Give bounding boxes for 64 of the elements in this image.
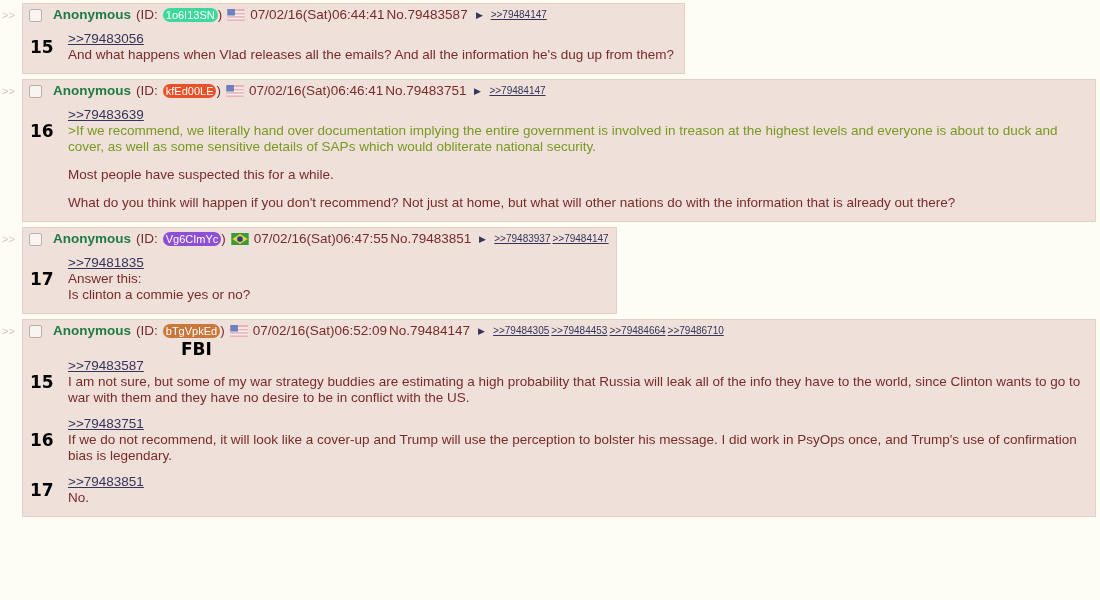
annotation-number: 15 <box>29 374 55 390</box>
backlink[interactable]: >>79484147 <box>489 83 546 99</box>
post-number[interactable]: No.79483587 <box>386 7 468 23</box>
backlink[interactable]: >>79484147 <box>552 231 609 247</box>
menu-arrow[interactable]: ▶ <box>479 231 487 247</box>
post-text: Answer this: <box>68 271 143 287</box>
post-text: And what happens when Vlad releases all the emails? And all the information he's dug up from them? <box>68 47 674 63</box>
menu-arrow[interactable]: ▶ <box>475 7 483 23</box>
id-label: ) <box>221 231 226 247</box>
poster-id[interactable]: kfEd00LE <box>162 84 217 98</box>
post-text: Is clinton a commie yes or no? <box>68 287 251 303</box>
poster-name: Anonymous <box>53 231 131 247</box>
post-datetime: 07/02/16(Sat)06:47:55 <box>253 231 389 247</box>
post-datetime: 07/02/16(Sat)06:44:41 <box>250 7 385 23</box>
id-label: (ID: <box>136 231 158 247</box>
select-checkbox[interactable] <box>29 232 42 246</box>
select-checkbox[interactable] <box>29 8 42 22</box>
post-text: No. <box>68 490 90 506</box>
post-text: Most people have suspected this for a while. <box>68 167 335 183</box>
menu-arrow[interactable]: ▶ <box>478 323 486 339</box>
annotation-number: 16 <box>29 432 55 448</box>
post-number[interactable]: No.79484147 <box>389 323 471 339</box>
backlink[interactable]: >>79483937 <box>494 231 551 247</box>
backlink[interactable]: >>79484453 <box>551 323 608 339</box>
post-number[interactable]: No.79483851 <box>390 231 472 247</box>
annotation-number: 17 <box>29 271 55 287</box>
id-label: (ID: <box>136 323 158 339</box>
annotation-number: 17 <box>29 482 55 498</box>
backlink[interactable]: >>79486710 <box>667 323 724 339</box>
post-text: If we do not recommend, it will look like a cover-up and Trump will use the perception to bolster his message. I did work in PsyOps once, and Trump's use of confirmation bias is legendary. <box>68 432 1078 464</box>
select-checkbox[interactable] <box>29 324 42 338</box>
side-arrow: >> <box>1 8 16 23</box>
id-label: ) <box>220 323 225 339</box>
side-arrow: >> <box>1 232 16 247</box>
id-label: ) <box>217 7 223 23</box>
poster-name: Anonymous <box>53 323 131 339</box>
quote-link[interactable]: >>79483851 <box>68 474 144 490</box>
quote-link[interactable]: >>79483751 <box>68 416 144 432</box>
quote-link[interactable]: >>79483639 <box>68 107 144 123</box>
quote-link[interactable]: >>79483056 <box>68 31 144 47</box>
quote-link[interactable]: >>79481835 <box>68 255 144 271</box>
side-arrow: >> <box>1 84 16 99</box>
id-label: (ID: <box>136 83 158 99</box>
poster-name: Anonymous <box>53 83 131 99</box>
quote-link[interactable]: >>79483587 <box>68 358 144 374</box>
poster-id[interactable]: Vg6CImYc <box>162 232 222 246</box>
annotation-number: 15 <box>29 39 55 55</box>
quoted-text: >If we recommend, we literally hand over documentation implying the entire government is involved in treason at the highest levels and everyone is about to duck and cover, as well as some sensitive details of SAPs which would obliterate national security. <box>68 123 1059 155</box>
id-label: ) <box>216 83 221 99</box>
id-label: (ID: <box>136 7 158 23</box>
side-arrow: >> <box>1 324 16 339</box>
menu-arrow[interactable]: ▶ <box>474 83 482 99</box>
post-datetime: 07/02/16(Sat)06:46:41 <box>248 83 384 99</box>
backlink[interactable]: >>79484305 <box>493 323 550 339</box>
post-text: What do you think will happen if you don't recommend? Not just at home, but what will other nations do with the information that is already out there? <box>68 195 957 211</box>
post-text: I am not sure, but some of my war strategy buddies are estimating a high probability that Russia will leak all of the info they have to the world, since Clinton wants to go to war with them and they have no desire to be in conflict with the US. <box>68 374 1082 406</box>
annotation-text: FBI <box>180 340 213 358</box>
poster-name: Anonymous <box>53 7 131 23</box>
post-datetime: 07/02/16(Sat)06:52:09 <box>252 323 387 339</box>
annotation-number: 16 <box>29 123 55 139</box>
post-number[interactable]: No.79483751 <box>385 83 467 99</box>
backlink[interactable]: >>79484147 <box>490 7 547 23</box>
backlink[interactable]: >>79484664 <box>609 323 666 339</box>
select-checkbox[interactable] <box>29 84 42 98</box>
